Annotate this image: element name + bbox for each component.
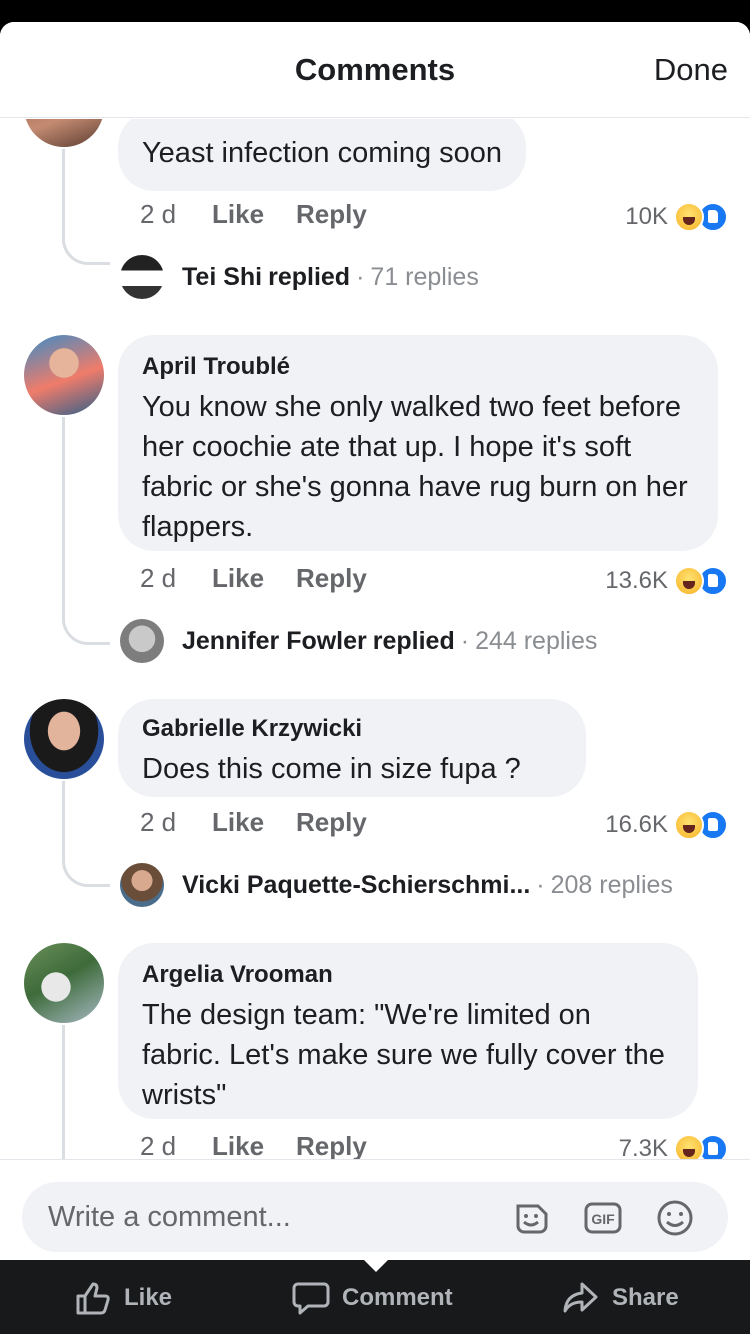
- reaction-count: 7.3K: [618, 1135, 668, 1159]
- replied-label: replied: [268, 262, 351, 291]
- post-like-button[interactable]: Like: [74, 1278, 172, 1318]
- haha-reaction-icon: [674, 202, 704, 232]
- comment-time[interactable]: 2 d: [140, 199, 176, 230]
- sticker-icon[interactable]: [510, 1198, 552, 1238]
- separator-dot: ·: [356, 262, 365, 291]
- avatar: [120, 863, 164, 907]
- svg-text:GIF: GIF: [591, 1211, 615, 1227]
- reaction-count: 13.6K: [605, 567, 668, 594]
- haha-reaction-icon: [674, 566, 704, 596]
- comment-bubble[interactable]: Argelia Vrooman The design team: "We're …: [118, 943, 698, 1119]
- comment-text: Does this come in size fupa ?: [142, 753, 521, 785]
- composer-box: GIF: [22, 1182, 728, 1252]
- reply-button[interactable]: Reply: [296, 563, 367, 594]
- reply-button[interactable]: Reply: [296, 1131, 367, 1159]
- comment-text: You know she only walked two feet before…: [142, 391, 688, 543]
- thread-line: [62, 417, 110, 645]
- reaction-summary[interactable]: 16.6K: [605, 807, 728, 843]
- comment-input[interactable]: [48, 1182, 488, 1252]
- separator-dot: ·: [536, 870, 545, 899]
- comment-time[interactable]: 2 d: [140, 1131, 176, 1159]
- comment-bubble[interactable]: Yeast infection coming soon: [118, 119, 527, 191]
- share-icon: [563, 1282, 598, 1313]
- post-like-label: Like: [124, 1284, 173, 1311]
- comment-composer: GIF: [0, 1159, 750, 1260]
- post-comment-label: Comment: [342, 1284, 453, 1311]
- avatar[interactable]: [24, 119, 104, 147]
- reaction-summary[interactable]: 10K: [625, 199, 728, 235]
- page-title: Comments: [294, 52, 456, 87]
- like-button[interactable]: Like: [212, 199, 264, 230]
- thread-line: [62, 1025, 110, 1159]
- replied-label: replied: [372, 626, 455, 655]
- like-button[interactable]: Like: [212, 563, 264, 594]
- avatar[interactable]: [24, 699, 104, 779]
- reaction-count: 16.6K: [605, 811, 668, 838]
- thumbs-up-icon: [76, 1282, 110, 1315]
- view-replies-link[interactable]: Tei Shi replied · 71 replies: [120, 255, 479, 299]
- post-comment-button[interactable]: Comment: [292, 1278, 453, 1318]
- view-replies-link[interactable]: Vicki Paquette-Schierschmi... · 208 repl…: [120, 863, 673, 907]
- reaction-count: 10K: [625, 203, 668, 230]
- comment-text: Yeast infection coming soon: [142, 137, 503, 169]
- comment-author[interactable]: Gabrielle Krzywicki: [142, 715, 562, 743]
- comment-list[interactable]: Yeast infection coming soon 2 d Like Rep…: [0, 119, 750, 1159]
- comment-author[interactable]: Argelia Vrooman: [142, 961, 674, 989]
- comments-header: Comments Done: [0, 22, 750, 118]
- comment-bubble[interactable]: April Troublé You know she only walked t…: [118, 335, 718, 551]
- separator-dot: ·: [460, 626, 470, 655]
- avatar[interactable]: [24, 335, 104, 415]
- thread-line: [62, 149, 110, 265]
- sheet-pointer: [360, 1256, 392, 1272]
- view-replies-link[interactable]: Jennifer Fowler replied · 244 replies: [120, 619, 597, 663]
- thread-line: [62, 781, 110, 887]
- replier-name: Jennifer Fowler: [182, 626, 367, 655]
- emoji-icon[interactable]: [654, 1198, 696, 1238]
- replies-count: 244 replies: [475, 626, 598, 655]
- comment-bubble[interactable]: Gabrielle Krzywicki Does this come in si…: [118, 699, 586, 797]
- gif-icon[interactable]: GIF: [582, 1198, 624, 1238]
- replier-name: Vicki Paquette-Schierschmi...: [182, 870, 531, 899]
- comment-text: The design team: "We're limited on fabri…: [142, 999, 665, 1111]
- comment-time[interactable]: 2 d: [140, 563, 176, 594]
- replies-count: 208 replies: [550, 870, 673, 899]
- like-button[interactable]: Like: [212, 807, 264, 838]
- avatar[interactable]: [24, 943, 104, 1023]
- comments-sheet: Comments Done Yeast infection coming soo…: [0, 22, 750, 1260]
- comment-icon: [292, 1282, 330, 1315]
- haha-reaction-icon: [674, 1134, 704, 1159]
- done-button[interactable]: Done: [654, 52, 728, 88]
- avatar: [120, 255, 164, 299]
- replies-count: 71 replies: [370, 262, 479, 291]
- post-share-label: Share: [612, 1284, 679, 1311]
- haha-reaction-icon: [674, 810, 704, 840]
- reaction-summary[interactable]: 13.6K: [605, 563, 728, 599]
- comment-author[interactable]: April Troublé: [142, 353, 694, 381]
- comment-time[interactable]: 2 d: [140, 807, 176, 838]
- avatar: [120, 619, 164, 663]
- post-share-button[interactable]: Share: [562, 1278, 679, 1318]
- like-button[interactable]: Like: [212, 1131, 264, 1159]
- reply-button[interactable]: Reply: [296, 807, 367, 838]
- replier-name: Tei Shi: [182, 262, 263, 291]
- reply-button[interactable]: Reply: [296, 199, 367, 230]
- reaction-summary[interactable]: 7.3K: [619, 1131, 728, 1159]
